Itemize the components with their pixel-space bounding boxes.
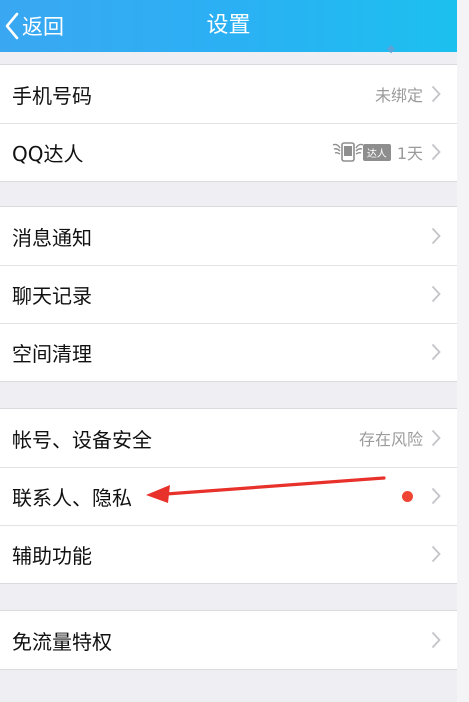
row-label: 聊天记录 (12, 283, 92, 308)
row-qq-talent[interactable]: QQ达人 达人 1天 (0, 123, 457, 181)
row-chat-history[interactable]: 聊天记录 (0, 265, 457, 323)
row-value: 1天 (396, 144, 423, 163)
chevron-right-icon (431, 227, 441, 245)
chevron-right-icon (431, 631, 441, 649)
chevron-right-icon (431, 487, 441, 505)
row-accessibility[interactable]: 辅助功能 (0, 525, 457, 583)
row-value: 未绑定 (374, 86, 423, 105)
chevron-right-icon (431, 343, 441, 361)
settings-group-security: 帐号、设备安全 存在风险 联系人、隐私 辅助功能 (0, 408, 457, 584)
settings-group-messages: 消息通知 聊天记录 空间清理 (0, 206, 457, 382)
row-account-security[interactable]: 帐号、设备安全 存在风险 (0, 409, 457, 467)
navbar: 返回 设置 (0, 0, 457, 52)
row-label: 免流量特权 (12, 629, 112, 654)
chevron-right-icon (431, 545, 441, 563)
row-label: 手机号码 (12, 83, 92, 108)
chevron-right-icon (431, 143, 441, 161)
row-label: QQ达人 (12, 141, 84, 166)
row-contacts-privacy[interactable]: 联系人、隐私 (0, 467, 457, 525)
row-label: 帐号、设备安全 (12, 427, 152, 452)
red-dot-icon (402, 490, 413, 502)
row-notifications[interactable]: 消息通知 (0, 207, 457, 265)
row-label: 消息通知 (12, 225, 92, 250)
winged-phone-icon (332, 142, 364, 162)
row-value: 存在风险 (358, 430, 423, 449)
edge-strip (457, 0, 469, 702)
chevron-right-icon (431, 85, 441, 103)
settings-screen: 返回 设置 手机号码 未绑定 QQ达人 达人 1天 消息通知 聊天记录 空间清理… (0, 0, 457, 702)
settings-group-account: 手机号码 未绑定 QQ达人 达人 1天 (0, 64, 457, 182)
row-label: 辅助功能 (12, 543, 92, 568)
chevron-right-icon (431, 429, 441, 447)
row-label: 空间清理 (12, 341, 92, 366)
talent-badge: 达人 (331, 140, 391, 164)
settings-group-data: 免流量特权 (0, 610, 457, 670)
row-phone-number[interactable]: 手机号码 未绑定 (0, 65, 457, 123)
row-storage-cleanup[interactable]: 空间清理 (0, 323, 457, 381)
page-title: 设置 (206, 13, 251, 38)
talent-tag: 达人 (362, 143, 391, 161)
row-free-data-privilege[interactable]: 免流量特权 (0, 611, 457, 669)
chevron-right-icon (431, 285, 441, 303)
row-label: 联系人、隐私 (12, 485, 132, 510)
